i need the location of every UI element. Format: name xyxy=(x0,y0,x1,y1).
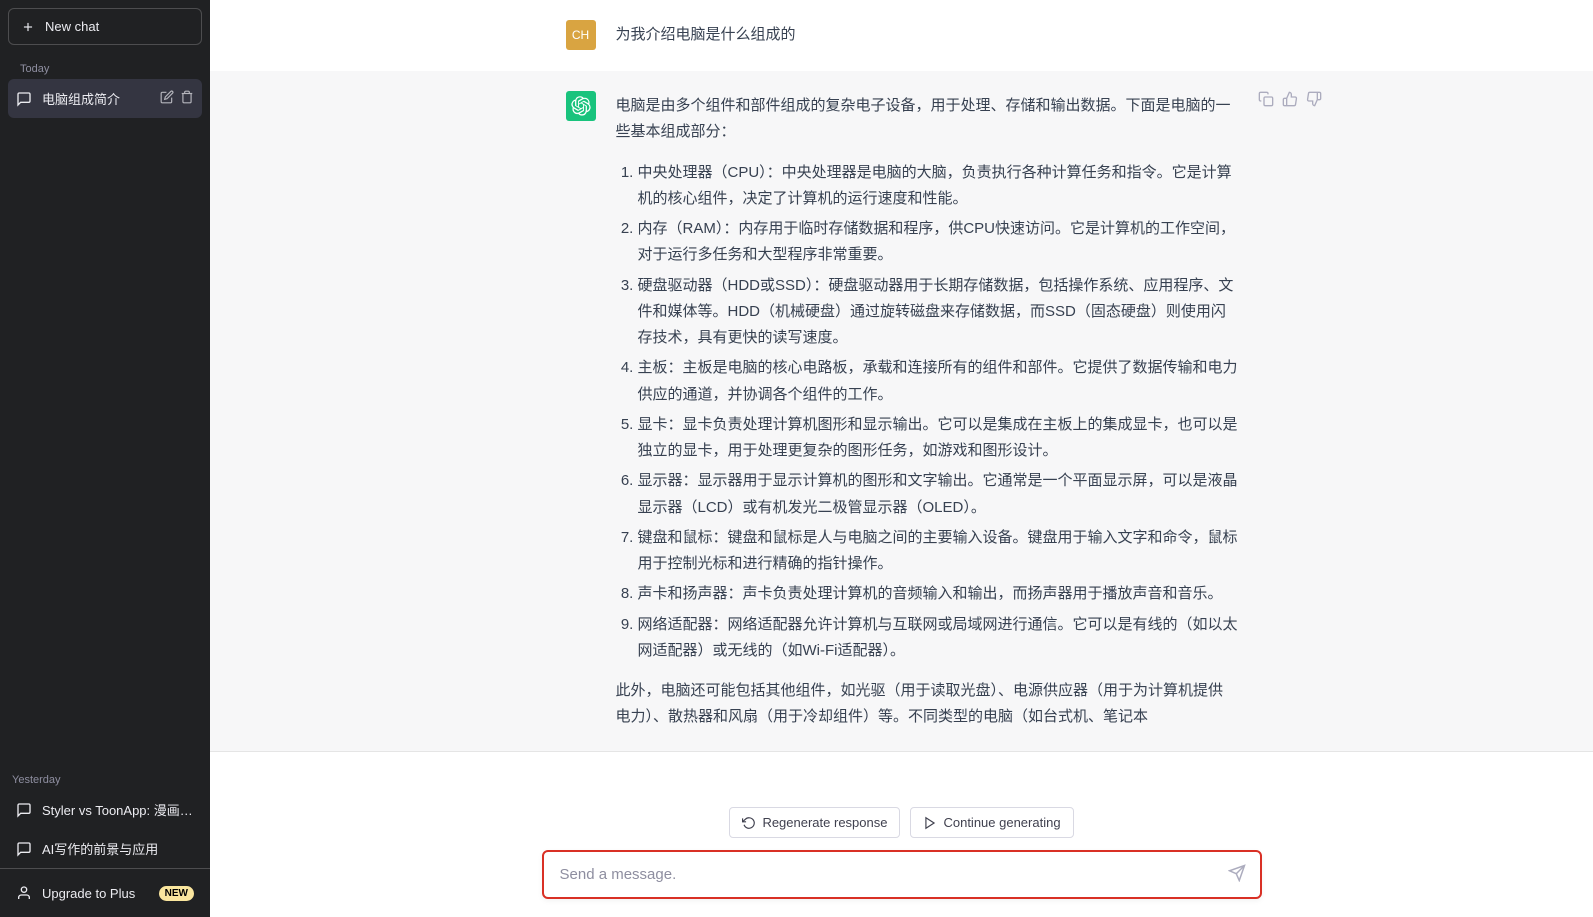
section-yesterday: Yesterday xyxy=(0,764,210,790)
assistant-outro: 此外，电脑还可能包括其他组件，如光驱（用于读取光盘）、电源供应器（用于为计算机提… xyxy=(616,678,1238,731)
user-message-row: CH 为我介绍电脑是什么组成的 xyxy=(210,0,1593,71)
regenerate-label: Regenerate response xyxy=(762,815,887,830)
message-input-wrapper xyxy=(542,850,1262,899)
message-actions xyxy=(1258,91,1322,112)
upgrade-label: Upgrade to Plus xyxy=(42,886,135,901)
new-badge: NEW xyxy=(159,886,194,901)
list-item: 硬盘驱动器（HDD或SSD）：硬盘驱动器用于长期存储数据，包括操作系统、应用程序… xyxy=(638,273,1238,352)
new-chat-button[interactable]: New chat xyxy=(8,8,202,45)
chat-item[interactable]: AI写作的前景与应用 xyxy=(8,829,202,868)
user-avatar: CH xyxy=(566,20,596,50)
assistant-intro: 电脑是由多个组件和部件组成的复杂电子设备，用于处理、存储和输出数据。下面是电脑的… xyxy=(616,93,1238,146)
new-chat-label: New chat xyxy=(45,19,99,34)
yesterday-section: Yesterday Styler vs ToonApp: 漫画脸优劣 AI写作的前… xyxy=(0,764,210,868)
assistant-list: 中央处理器（CPU）：中央处理器是电脑的大脑，负责执行各种计算任务和指令。它是计… xyxy=(616,160,1238,665)
user-message-text: 为我介绍电脑是什么组成的 xyxy=(616,20,1238,50)
chat-list: Today 电脑组成简介 xyxy=(0,53,210,764)
refresh-icon xyxy=(742,816,756,830)
sidebar: New chat Today 电脑组成简介 Yesterday Styler v… xyxy=(0,0,210,917)
send-icon xyxy=(1228,864,1246,882)
plus-icon xyxy=(21,20,35,34)
sidebar-bottom: Upgrade to Plus NEW xyxy=(0,868,210,917)
chat-item-label: AI写作的前景与应用 xyxy=(42,839,194,858)
continue-button[interactable]: Continue generating xyxy=(910,807,1073,838)
continue-label: Continue generating xyxy=(943,815,1060,830)
user-icon xyxy=(16,885,32,901)
upgrade-button[interactable]: Upgrade to Plus NEW xyxy=(8,875,202,911)
thumbs-down-icon[interactable] xyxy=(1306,91,1322,112)
chat-item[interactable]: Styler vs ToonApp: 漫画脸优劣 xyxy=(8,790,202,829)
message-input[interactable] xyxy=(544,852,1214,897)
list-item: 内存（RAM）：内存用于临时存储数据和程序，供CPU快速访问。它是计算机的工作空… xyxy=(638,216,1238,269)
thumbs-up-icon[interactable] xyxy=(1282,91,1298,112)
list-item: 主板：主板是电脑的核心电路板，承载和连接所有的组件和部件。它提供了数据传输和电力… xyxy=(638,355,1238,408)
chat-icon xyxy=(16,91,32,107)
continue-icon xyxy=(923,816,937,830)
chat-item-label: 电脑组成简介 xyxy=(42,89,150,108)
section-today: Today xyxy=(8,53,202,79)
list-item: 声卡和扬声器：声卡负责处理计算机的音频输入和输出，而扬声器用于播放声音和音乐。 xyxy=(638,581,1238,607)
main: CH 为我介绍电脑是什么组成的 电脑是由多个组件和部件组成的复杂电子设备，用于处… xyxy=(210,0,1593,917)
list-item: 键盘和鼠标：键盘和鼠标是人与电脑之间的主要输入设备。键盘用于输入文字和命令，鼠标… xyxy=(638,525,1238,578)
assistant-message-row: 电脑是由多个组件和部件组成的复杂电子设备，用于处理、存储和输出数据。下面是电脑的… xyxy=(210,71,1593,752)
edit-icon[interactable] xyxy=(160,90,174,107)
chat-item-label: Styler vs ToonApp: 漫画脸优劣 xyxy=(42,800,194,819)
chat-item[interactable]: 电脑组成简介 xyxy=(8,79,202,118)
chat-icon xyxy=(16,841,32,857)
chat-icon xyxy=(16,802,32,818)
list-item: 中央处理器（CPU）：中央处理器是电脑的大脑，负责执行各种计算任务和指令。它是计… xyxy=(638,160,1238,213)
assistant-message-body: 电脑是由多个组件和部件组成的复杂电子设备，用于处理、存储和输出数据。下面是电脑的… xyxy=(616,91,1238,731)
list-item: 显卡：显卡负责处理计算机图形和显示输出。它可以是集成在主板上的集成显卡，也可以是… xyxy=(638,412,1238,465)
regenerate-button[interactable]: Regenerate response xyxy=(729,807,900,838)
send-button[interactable] xyxy=(1214,854,1260,895)
list-item: 显示器：显示器用于显示计算机的图形和文字输出。它通常是一个平面显示屏，可以是液晶… xyxy=(638,468,1238,521)
conversation: CH 为我介绍电脑是什么组成的 电脑是由多个组件和部件组成的复杂电子设备，用于处… xyxy=(210,0,1593,793)
delete-icon[interactable] xyxy=(180,90,194,107)
copy-icon[interactable] xyxy=(1258,91,1274,112)
list-item: 网络适配器：网络适配器允许计算机与互联网或局域网进行通信。它可以是有线的（如以太… xyxy=(638,612,1238,665)
input-area: Regenerate response Continue generating xyxy=(210,793,1593,917)
assistant-avatar xyxy=(566,91,596,121)
